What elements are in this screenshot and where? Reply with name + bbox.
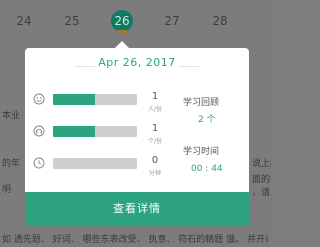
background-text: 本业: [2, 111, 21, 121]
study-time-label: 学习时间: [183, 147, 220, 157]
popup-date: Apr 26, 2017: [98, 56, 176, 69]
progress-bar: [53, 126, 137, 137]
smile-icon: [33, 93, 45, 105]
review-label: 学习回顾: [183, 98, 220, 108]
progress-bar: [53, 158, 137, 169]
view-details-button[interactable]: 查看详情: [25, 192, 249, 226]
calendar-day[interactable]: 25: [60, 9, 84, 33]
background-text: 明: [2, 185, 12, 195]
stat-value: 1: [151, 123, 159, 134]
background-text: 面的学生: [252, 175, 271, 185]
selected-day-marker: [117, 30, 127, 33]
background-text: 如 透先题、 好词、 哪些东表改受、 执意、 符石的精题 饿。 并开训的: [2, 235, 268, 245]
stat-row-listening: 1 个/份: [25, 123, 175, 147]
study-time-value: 00 : 44: [191, 164, 223, 174]
calendar-week-row: 24 25 26 27 28: [0, 9, 271, 33]
calendar-day[interactable]: 28: [208, 9, 232, 33]
stat-value: 0: [151, 155, 159, 166]
calendar-day[interactable]: 24: [12, 9, 36, 33]
progress-fill: [53, 94, 95, 105]
headset-icon: [33, 125, 45, 137]
stat-value: 1: [151, 91, 159, 102]
calendar-day-selected[interactable]: 26: [111, 10, 133, 32]
progress-fill: [53, 126, 95, 137]
stat-row-people: 1 人/份: [25, 91, 175, 115]
calendar-day[interactable]: 27: [160, 9, 184, 33]
stat-unit: 人/份: [147, 106, 163, 113]
background-text: ，请上说: [252, 188, 271, 198]
clock-icon: [33, 157, 45, 169]
progress-bar: [53, 94, 137, 105]
stat-unit: 个/份: [147, 138, 163, 145]
background-text: 的年: [2, 159, 21, 169]
background-text: 说上阅读: [252, 159, 271, 169]
stat-unit: 分钟: [148, 170, 161, 177]
review-value: 2 个: [198, 115, 216, 125]
stat-row-time: 0 分钟: [25, 155, 175, 179]
